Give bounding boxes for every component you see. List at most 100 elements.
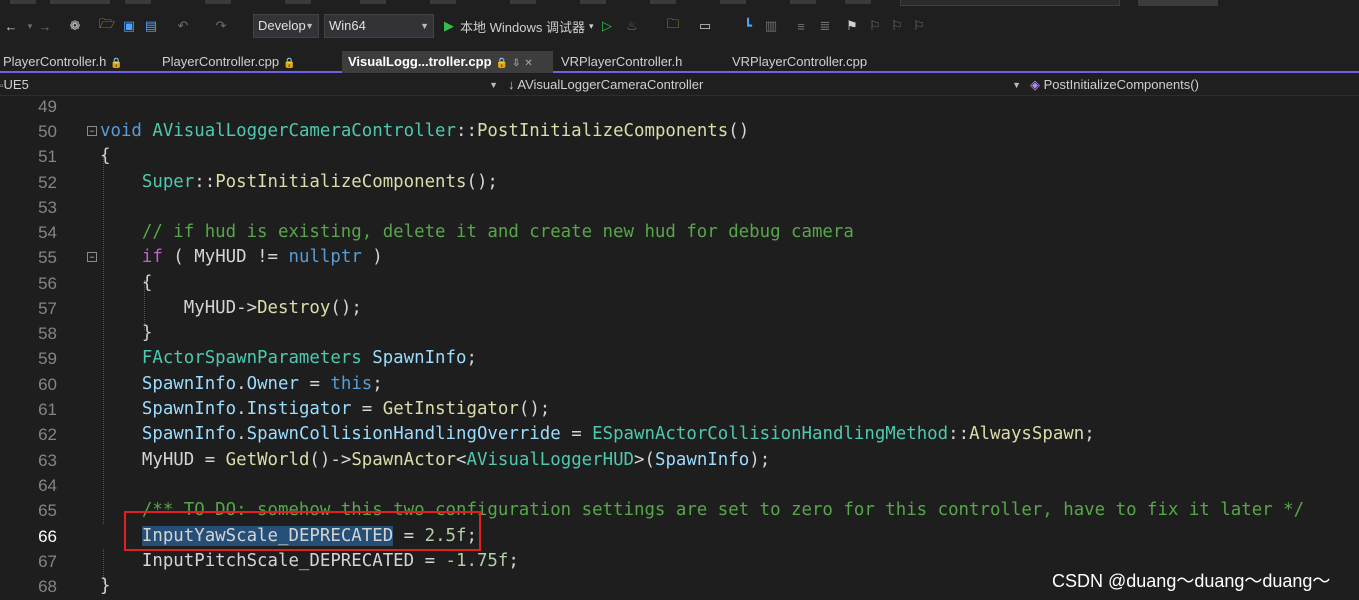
forward-arrow-icon[interactable]: → (36, 14, 54, 38)
code-line: 49 (0, 94, 1359, 119)
menu-item[interactable] (510, 0, 536, 4)
line-number: 50 (38, 122, 57, 141)
tab-playercontroller-cpp[interactable]: PlayerController.cpp 🔒 (156, 51, 336, 73)
back-arrow-icon[interactable]: ← (2, 14, 20, 38)
line-number: 51 (38, 147, 57, 166)
tab-label: VRPlayerController.cpp (732, 54, 868, 69)
menu-item[interactable] (285, 0, 311, 4)
method-cube-icon: ◈ (1030, 77, 1044, 92)
save-all-icon[interactable]: ▤ (142, 14, 160, 38)
undo-icon[interactable]: ↶ (174, 14, 192, 38)
project-dropdown[interactable]: ▫UE5 ▼ (0, 75, 500, 95)
menu-item[interactable] (50, 0, 110, 4)
code-token: PostInitializeComponents (476, 121, 729, 141)
line-number: 57 (38, 299, 57, 318)
tab-label: VisualLogg...troller.cpp (348, 54, 492, 69)
code-token: = (414, 551, 446, 571)
menu-item[interactable] (580, 0, 606, 4)
open-file-icon[interactable]: 🗁 (98, 14, 116, 38)
config-combo[interactable]: Develop ▼ (253, 14, 319, 38)
debugger-button[interactable]: 本地 Windows 调试器 ▾ (460, 14, 595, 38)
prev-bookmark-icon[interactable]: ⚐ (866, 14, 884, 38)
scope-dropdown[interactable]: ↓ AVisualLoggerCameraController ▼ (508, 75, 1023, 95)
code-token: Owner (246, 374, 299, 394)
menu-item[interactable] (430, 0, 456, 4)
debugger-label: 本地 Windows 调试器 (460, 19, 585, 35)
code-line: 58 } (0, 321, 1359, 346)
code-token: MyHUD (100, 298, 237, 318)
clear-bookmarks-icon[interactable]: ⚐ (910, 14, 928, 38)
menu-item[interactable] (10, 0, 36, 4)
step-icon[interactable]: ▥ (762, 14, 780, 38)
code-token: GetInstigator (382, 399, 519, 419)
collapse-icon[interactable]: − (87, 252, 97, 262)
flame-icon[interactable]: ♨ (622, 14, 642, 38)
navigation-bar: ▫UE5 ▼ ↓ AVisualLoggerCameraController ▼ ◈… (0, 75, 1359, 96)
member-dropdown[interactable]: ◈ PostInitializeComponents() (1030, 75, 1359, 95)
uncomment-icon[interactable]: ≣ (816, 14, 834, 38)
menu-item[interactable] (845, 0, 871, 4)
menu-item[interactable] (125, 0, 151, 4)
chevron-down-icon: ▼ (1012, 80, 1021, 90)
scope-label: AVisualLoggerCameraController (517, 77, 704, 92)
tab-visualloggercameracontroller-cpp[interactable]: VisualLogg...troller.cpp 🔒 ⇩ ✕ (342, 51, 553, 73)
code-token: :: (194, 172, 216, 192)
code-line: 51 { (0, 144, 1359, 169)
code-token: :: (456, 121, 477, 141)
code-token: = (351, 399, 383, 419)
menu-item[interactable] (790, 0, 816, 4)
menu-item[interactable] (720, 0, 746, 4)
new-item-icon[interactable]: ❁ (66, 14, 84, 38)
code-token: ( (162, 247, 195, 267)
line-number: 53 (38, 198, 57, 217)
pin-icon[interactable]: ⇩ (512, 58, 520, 69)
platform-combo[interactable]: Win64 ▼ (324, 14, 434, 38)
code-line: 50 − void AVisualLoggerCameraController::P… (0, 119, 1359, 144)
play-outline-icon[interactable]: ▷ (598, 14, 616, 38)
line-number: 63 (38, 451, 57, 470)
tab-vrplayercontroller-h[interactable]: VRPlayerController.h (555, 51, 723, 73)
code-token: ; (508, 551, 519, 571)
code-token: } (100, 576, 111, 596)
redo-icon[interactable]: ↷ (212, 14, 230, 38)
code-token: != (246, 247, 289, 267)
code-token: >( (634, 450, 655, 470)
search-input[interactable] (900, 0, 1120, 6)
code-token: ; (466, 348, 477, 368)
line-number: 60 (38, 375, 57, 394)
bookmark-icon[interactable]: ⚑ (843, 14, 861, 38)
code-token: AVisualLoggerHUD (466, 450, 635, 470)
tab-vrplayercontroller-cpp[interactable]: VRPlayerController.cpp (726, 51, 913, 73)
code-token: (); (466, 172, 498, 192)
code-token: ); (749, 450, 771, 470)
line-number: 62 (38, 425, 57, 444)
code-token: SpawnInfo (654, 450, 750, 470)
code-token: void (100, 121, 142, 141)
line-number: 55 (38, 248, 57, 267)
window-layout-icon[interactable]: ▭ (694, 14, 716, 38)
chevron-down-icon: ▾ (588, 20, 594, 31)
code-token: { (100, 146, 111, 166)
code-token: { (100, 273, 153, 293)
tab-playercontroller-h[interactable]: PlayerController.h 🔒 (0, 51, 147, 73)
code-line: 57 MyHUD->Destroy(); (0, 296, 1359, 321)
line-number: 52 (38, 173, 57, 192)
code-line: 59 FActorSpawnParameters SpawnInfo; (0, 346, 1359, 371)
member-label: PostInitializeComponents() (1043, 77, 1199, 92)
line-number: 49 (38, 97, 57, 116)
next-bookmark-icon[interactable]: ⚐ (888, 14, 906, 38)
code-token: -1.75f (445, 551, 509, 571)
save-icon[interactable]: ▣ (120, 14, 138, 38)
code-token: () (728, 121, 750, 141)
comment-icon[interactable]: ≡ (792, 14, 810, 38)
find-in-files-icon[interactable]: 🗀 (664, 14, 682, 38)
menu-item[interactable] (205, 0, 231, 4)
close-icon[interactable]: ✕ (524, 58, 532, 69)
code-comment: // if hud is existing, delete it and cre… (100, 222, 854, 242)
menu-item[interactable] (650, 0, 676, 4)
collapse-icon[interactable]: − (87, 126, 97, 136)
menu-item[interactable] (360, 0, 386, 4)
code-token: this (330, 374, 373, 394)
breakpoint-icon[interactable]: ┗ (738, 14, 758, 38)
play-icon[interactable]: ▶ (441, 14, 457, 38)
